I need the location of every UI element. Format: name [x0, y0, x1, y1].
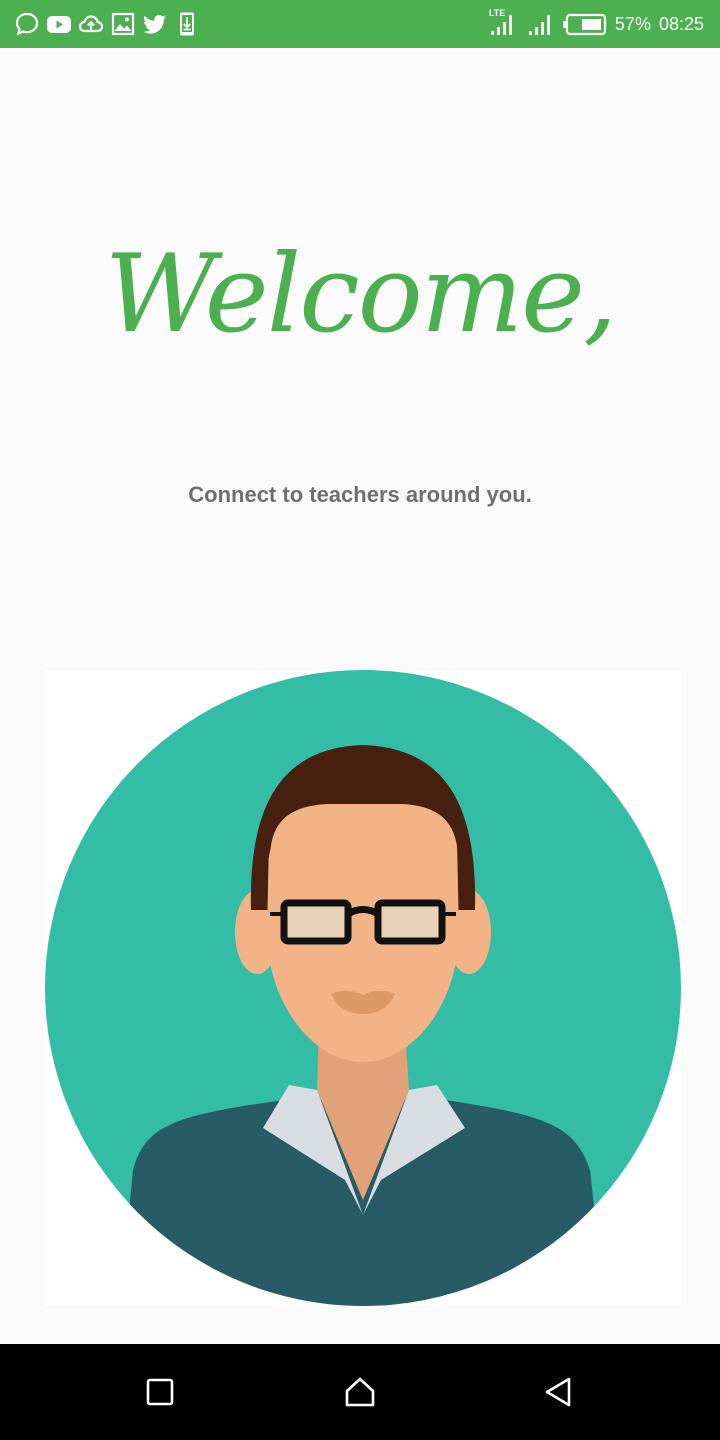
recent-apps-button[interactable] — [140, 1372, 180, 1412]
twitter-icon — [143, 15, 166, 34]
youtube-icon — [47, 16, 71, 33]
lte-signal-icon: LTE — [489, 8, 519, 37]
teacher-avatar-card — [45, 670, 681, 1306]
download-icon — [180, 12, 194, 36]
notification-icons — [14, 10, 200, 38]
battery-icon — [562, 13, 607, 36]
back-icon — [545, 1377, 571, 1407]
clock: 08:25 — [658, 13, 704, 34]
teacher-avatar-icon — [45, 670, 681, 1306]
chat-icon — [15, 12, 39, 36]
image-icon — [111, 12, 135, 36]
battery-percent: 57% — [614, 13, 651, 34]
welcome-title: Welcome, — [104, 232, 618, 357]
welcome-subtitle: Connect to teachers around you. — [188, 482, 532, 507]
cloud-upload-icon — [78, 15, 104, 33]
home-icon — [345, 1377, 375, 1407]
signal-icon — [528, 15, 550, 35]
status-bar: LTE 57% 08:25 — [0, 0, 720, 48]
home-button[interactable] — [340, 1372, 380, 1412]
navigation-bar — [0, 1344, 720, 1440]
system-status: LTE 57% 08:25 — [489, 8, 704, 40]
back-button[interactable] — [538, 1372, 578, 1412]
recent-apps-icon — [146, 1378, 174, 1406]
